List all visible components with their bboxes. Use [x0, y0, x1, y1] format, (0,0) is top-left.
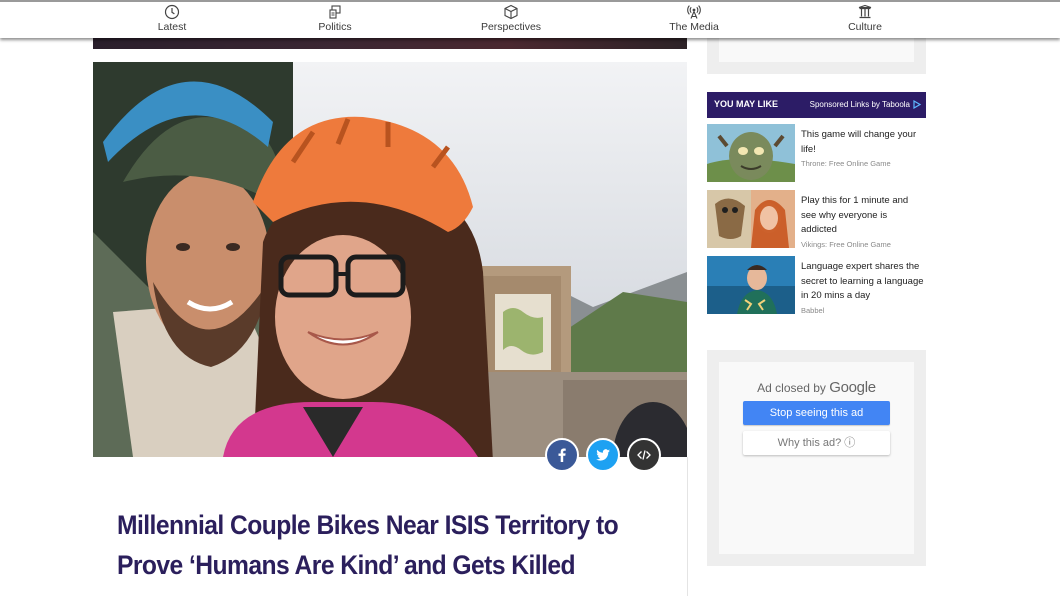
sponsored-item[interactable]: This game will change your life! Throne:… [707, 124, 926, 184]
you-may-like-title: YOU MAY LIKE [714, 99, 779, 109]
facebook-share-button[interactable] [545, 438, 579, 472]
sponsored-item[interactable]: Play this for 1 minute and see why every… [707, 190, 926, 250]
closed-ad-container: Ad closed by Google Stop seeing this ad … [707, 350, 926, 566]
twitter-share-button[interactable] [586, 438, 620, 472]
closed-ad-inner: Ad closed by Google Stop seeing this ad … [719, 362, 914, 554]
sponsored-label: Sponsored Links by Taboola [809, 100, 910, 109]
why-this-ad-button[interactable]: Why this ad? ⓘ [743, 431, 890, 455]
nav-label: Politics [318, 21, 352, 33]
sidebar-ad-slot-top [707, 36, 926, 74]
twitter-icon [596, 449, 610, 461]
nav-item-culture[interactable]: Culture [805, 4, 925, 33]
nav-item-the-media[interactable]: The Media [634, 4, 754, 33]
sponsored-source: Throne: Free Online Game [801, 159, 891, 168]
sponsored-text: Language expert shares the secret to lea… [801, 260, 925, 317]
sidebar-ad-slot-inner [719, 36, 914, 62]
box-icon [504, 4, 518, 20]
ad-closed-message: Ad closed by Google [719, 379, 914, 396]
sponsored-source: Babbel [801, 305, 825, 315]
sponsored-item[interactable]: Language expert shares the secret to lea… [707, 256, 926, 316]
ad-closed-prefix: Ad closed by [757, 381, 826, 395]
nav-item-perspectives[interactable]: Perspectives [451, 4, 571, 33]
nav-item-politics[interactable]: Politics [275, 4, 395, 33]
sponsored-title: Play this for 1 minute and see why every… [801, 195, 909, 235]
nav-label: The Media [669, 21, 719, 33]
sponsored-text: This game will change your life! Throne:… [801, 128, 925, 170]
sponsored-thumbnail [707, 256, 795, 314]
taboola-play-icon [913, 100, 921, 109]
sponsored-title: This game will change your life! [801, 129, 917, 155]
embed-share-button[interactable] [627, 438, 661, 472]
broadcast-icon [687, 5, 701, 19]
sponsored-thumbnail [707, 190, 795, 248]
nav-item-latest[interactable]: Latest [112, 4, 232, 33]
sponsored-text: Play this for 1 minute and see why every… [801, 194, 925, 251]
top-nav: Latest Politics Perspectives The Media C… [0, 0, 1060, 38]
politics-icon [329, 5, 341, 19]
columns-icon [858, 4, 872, 19]
taboola-sponsored-link[interactable]: Sponsored Links by Taboola [810, 100, 921, 109]
embed-code-icon [637, 450, 651, 460]
couple-selfie-photo [93, 62, 687, 457]
stop-seeing-ad-button[interactable]: Stop seeing this ad [743, 401, 890, 425]
nav-label: Perspectives [480, 21, 542, 33]
clock-icon [164, 4, 180, 20]
sponsored-title: Language expert shares the secret to lea… [801, 261, 924, 301]
article-headline: Millennial Couple Bikes Near ISIS Territ… [117, 510, 619, 580]
article-hero-image [93, 62, 687, 457]
column-divider [687, 457, 688, 596]
sponsored-thumbnail [707, 124, 795, 182]
google-logo-text: Google [829, 379, 876, 396]
nav-label: Culture [848, 21, 882, 33]
nav-label: Latest [157, 21, 187, 33]
facebook-icon [558, 448, 566, 462]
sponsored-source: Vikings: Free Online Game [801, 239, 891, 249]
you-may-like-header: YOU MAY LIKE Sponsored Links by Taboola [707, 92, 926, 118]
